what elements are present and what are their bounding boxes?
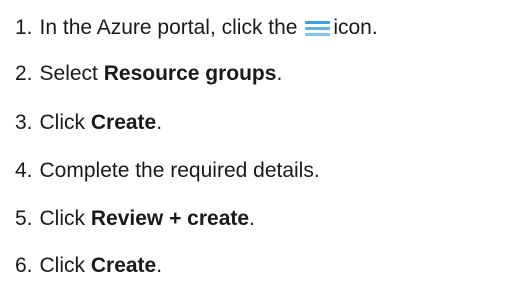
step-number: 3. <box>15 111 33 134</box>
step-2: 2. Select Resource groups. <box>15 57 282 91</box>
step-number: 6. <box>15 254 33 277</box>
step-1: 1. In the Azure portal, click the icon. <box>15 11 378 45</box>
step-3: 3. Click Create. <box>15 106 162 140</box>
step-text-after: . <box>249 207 255 230</box>
step-number: 2. <box>15 62 33 85</box>
step-text: Click <box>39 254 91 277</box>
ui-element-name: Review + create <box>90 207 250 230</box>
step-text-after: icon. <box>333 16 378 39</box>
ui-element-name: Create <box>90 111 157 134</box>
ui-element-name: Resource groups <box>103 62 277 85</box>
step-text: Click <box>39 111 91 134</box>
step-text: Click <box>39 207 91 230</box>
step-text-after: . <box>156 111 163 134</box>
hamburger-menu-icon <box>305 20 331 37</box>
step-4: 4. Complete the required details. <box>15 154 320 188</box>
step-text: Select <box>39 62 104 85</box>
step-text-after: . <box>156 254 163 277</box>
step-text-after: . <box>276 62 283 85</box>
step-number: 5. <box>15 207 33 230</box>
step-number: 1. <box>15 16 33 39</box>
step-text: Complete the required details. <box>39 159 320 182</box>
step-text: In the Azure portal, click the <box>39 16 298 39</box>
ui-element-name: Create <box>90 254 157 277</box>
step-6: 6. Click Create. <box>15 249 162 283</box>
step-5: 5. Click Review + create. <box>15 202 255 236</box>
step-number: 4. <box>15 159 33 182</box>
